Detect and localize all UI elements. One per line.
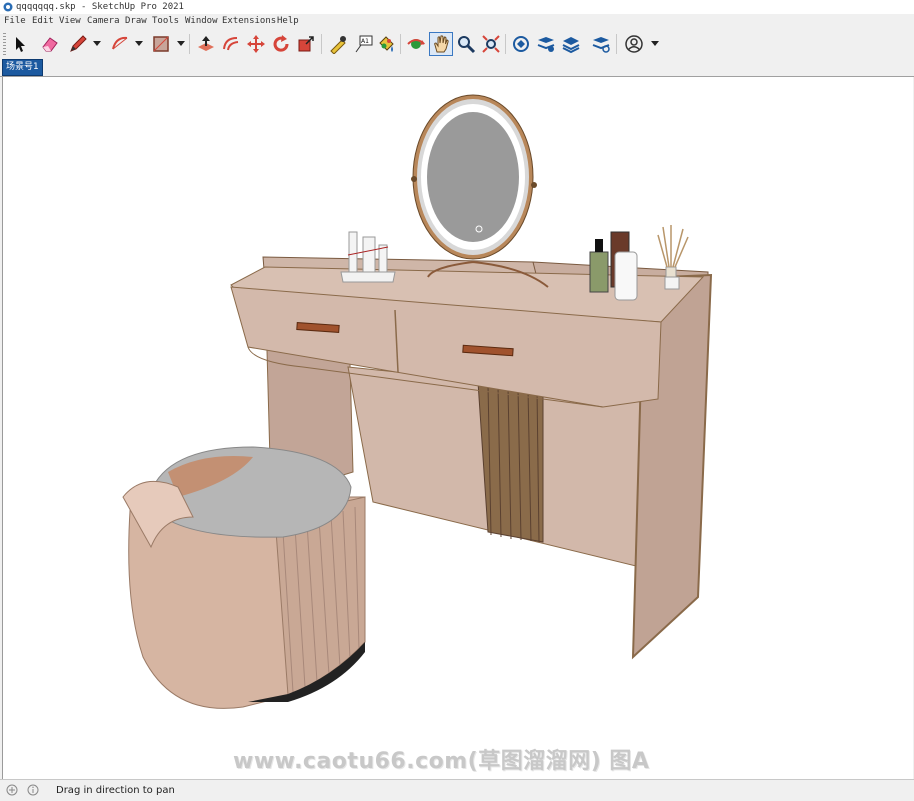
window-title: qqqqqqq.skp - SketchUp Pro 2021 xyxy=(16,2,184,12)
paint-bucket-icon xyxy=(379,36,394,52)
orbit-icon xyxy=(407,39,425,49)
vanity-table-model xyxy=(122,94,713,709)
tape-measure-icon xyxy=(330,36,346,54)
menu-bar: File Edit View Camera Draw Tools Window … xyxy=(0,14,914,28)
line-tool-dropdown[interactable] xyxy=(93,39,101,47)
tape-measure-tool[interactable] xyxy=(326,32,350,56)
extension-warehouse-icon xyxy=(537,37,555,52)
menu-extensions[interactable]: Extensions xyxy=(222,14,276,28)
cosmetic-organizer xyxy=(340,231,396,283)
shape-tool-dropdown[interactable] xyxy=(177,39,185,47)
pencil-icon xyxy=(70,35,87,52)
menu-window[interactable]: Window xyxy=(185,14,218,28)
toolbar-separator xyxy=(616,34,617,54)
menu-view[interactable]: View xyxy=(59,14,81,28)
toolbar-grip[interactable] xyxy=(3,33,6,55)
menu-draw[interactable]: Draw xyxy=(125,14,147,28)
eraser-icon xyxy=(42,37,58,52)
arc-tool-dropdown[interactable] xyxy=(135,39,143,47)
warehouse-icon xyxy=(513,36,529,52)
round-stool xyxy=(122,446,366,709)
hand-icon xyxy=(434,35,449,53)
toolbar-separator xyxy=(505,34,506,54)
orbit-tool[interactable] xyxy=(404,32,428,56)
extension-warehouse-tool[interactable] xyxy=(534,32,558,56)
arc-tool[interactable] xyxy=(108,32,132,56)
select-tool[interactable] xyxy=(8,32,32,56)
menu-edit[interactable]: Edit xyxy=(32,14,54,28)
push-pull-icon xyxy=(198,36,214,51)
offset-icon xyxy=(223,37,239,51)
scene-tabs: 场景号1 xyxy=(0,59,914,77)
zoom-extents-tool[interactable] xyxy=(479,32,503,56)
title-bar: qqqqqqq.skp - SketchUp Pro 2021 xyxy=(0,0,914,14)
extension-manager-icon xyxy=(592,37,610,53)
eraser-tool[interactable] xyxy=(38,32,62,56)
watermark-text: www.caotu66.com(草图溜溜网) 图A xyxy=(233,749,650,774)
paint-bucket-tool[interactable] xyxy=(374,32,398,56)
zoom-tool[interactable] xyxy=(454,32,478,56)
menu-help[interactable]: Help xyxy=(277,14,299,28)
arrow-cursor-icon xyxy=(16,37,25,52)
toolbar-separator xyxy=(189,34,190,54)
geolocation-icon[interactable] xyxy=(6,784,18,796)
vanity-wood-slats xyxy=(477,381,544,543)
toolbar-separator xyxy=(321,34,322,54)
rotate-tool[interactable] xyxy=(269,32,293,56)
user-circle-icon xyxy=(625,35,643,53)
account-tool[interactable] xyxy=(622,32,646,56)
move-arrows-icon xyxy=(247,35,265,53)
line-tool[interactable] xyxy=(66,32,90,56)
svg-text:A1: A1 xyxy=(361,38,369,45)
scale-icon xyxy=(298,36,314,52)
toolbar-separator xyxy=(400,34,401,54)
text-tool[interactable]: A1 xyxy=(351,32,375,56)
menu-camera[interactable]: Camera xyxy=(87,14,120,28)
sketchup-logo-icon xyxy=(3,2,13,12)
tab-scene-1[interactable]: 场景号1 xyxy=(2,59,43,76)
zoom-extents-icon xyxy=(482,35,500,53)
status-bar: Drag in direction to pan xyxy=(0,779,914,801)
text-label-icon: A1 xyxy=(355,35,373,53)
pan-tool[interactable] xyxy=(429,32,453,56)
menu-tools[interactable]: Tools xyxy=(152,14,179,28)
layout-tool[interactable] xyxy=(559,32,583,56)
menu-file[interactable]: File xyxy=(4,14,26,28)
account-dropdown[interactable] xyxy=(651,39,659,47)
rotate-icon xyxy=(273,35,289,52)
arc-icon xyxy=(112,36,128,50)
scale-tool[interactable] xyxy=(294,32,318,56)
drawing-viewport[interactable]: www.caotu66.com(草图溜溜网) 图A xyxy=(2,77,913,779)
push-pull-tool[interactable] xyxy=(194,32,218,56)
move-tool[interactable] xyxy=(244,32,268,56)
status-message: Drag in direction to pan xyxy=(56,785,175,796)
layers-icon xyxy=(562,37,580,54)
warehouse-tool[interactable] xyxy=(509,32,533,56)
extension-manager-tool[interactable] xyxy=(589,32,613,56)
info-icon[interactable] xyxy=(27,784,39,796)
rectangle-icon xyxy=(153,36,169,52)
shape-tool[interactable] xyxy=(149,32,173,56)
offset-tool[interactable] xyxy=(219,32,243,56)
main-toolbar: A1 xyxy=(0,29,914,59)
round-led-mirror xyxy=(411,94,549,288)
magnifier-icon xyxy=(458,36,476,54)
